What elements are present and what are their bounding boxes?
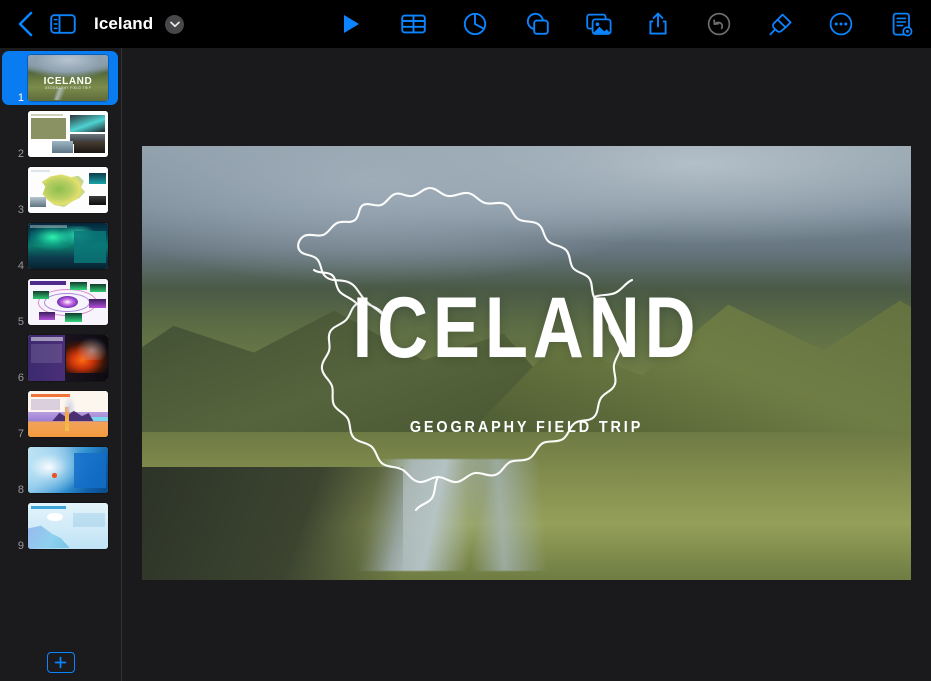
slide-number: 8 bbox=[17, 484, 24, 496]
thumb-subtitle: GEOGRAPHY FIELD TRIP bbox=[44, 86, 92, 91]
play-icon[interactable] bbox=[334, 7, 368, 41]
toolbar-center-group bbox=[334, 0, 616, 48]
toolbar-left-group: Iceland bbox=[0, 0, 185, 48]
document-options-icon[interactable] bbox=[885, 7, 919, 41]
slide-thumbnail-2[interactable]: 2 bbox=[0, 106, 121, 162]
slide-thumbnail-5[interactable]: 5 bbox=[0, 274, 121, 330]
toolbar-right-group bbox=[641, 0, 919, 48]
slide-preview bbox=[28, 335, 108, 381]
thumb-title: ICELAND bbox=[43, 75, 93, 87]
shape-icon[interactable] bbox=[520, 7, 554, 41]
media-icon[interactable] bbox=[582, 7, 616, 41]
slide-subtitle-text[interactable]: GEOGRAPHY FIELD TRIP bbox=[180, 419, 872, 437]
chart-icon[interactable] bbox=[458, 7, 492, 41]
share-icon[interactable] bbox=[641, 7, 675, 41]
slide-preview bbox=[28, 279, 108, 325]
slide-preview bbox=[28, 447, 108, 493]
format-brush-icon[interactable] bbox=[763, 7, 797, 41]
back-button[interactable] bbox=[8, 7, 42, 41]
slide-thumbnail-6[interactable]: 6 bbox=[0, 330, 121, 386]
slide-thumbnail-9[interactable]: 9 bbox=[0, 498, 121, 554]
slide-number: 7 bbox=[17, 428, 24, 440]
slide-thumbnail-7[interactable]: 7 bbox=[0, 386, 121, 442]
top-toolbar: Iceland bbox=[0, 0, 931, 48]
slide-number: 3 bbox=[17, 204, 24, 216]
slide-preview bbox=[28, 503, 108, 549]
slide-number: 2 bbox=[17, 148, 24, 160]
slide-preview bbox=[28, 391, 108, 437]
add-slide-container bbox=[0, 652, 121, 673]
slide-number: 5 bbox=[17, 316, 24, 328]
slide-canvas-area[interactable]: ICELAND GEOGRAPHY FIELD TRIP bbox=[123, 48, 931, 681]
slide-thumbnail-8[interactable]: 8 bbox=[0, 442, 121, 498]
slide-number: 4 bbox=[17, 260, 24, 272]
slide-list: 1 ICELAND GEOGRAPHY FIELD TRIP 2 3 4 5 6… bbox=[0, 48, 121, 554]
slide-thumbnail-4[interactable]: 4 bbox=[0, 218, 121, 274]
add-slide-button[interactable] bbox=[46, 652, 75, 673]
keynote-window: Iceland 1 ICELAND GEOGRAPHY FIELD TRIP 2… bbox=[0, 0, 931, 681]
slide-thumbnail-1[interactable]: 1 ICELAND GEOGRAPHY FIELD TRIP bbox=[0, 50, 121, 106]
table-icon[interactable] bbox=[396, 7, 430, 41]
sidebar-toggle-button[interactable] bbox=[46, 7, 80, 41]
slide-preview bbox=[28, 167, 108, 213]
document-title: Iceland bbox=[94, 14, 154, 33]
undo-icon[interactable] bbox=[702, 7, 736, 41]
slide-preview bbox=[28, 223, 108, 269]
slide-number: 9 bbox=[17, 540, 24, 552]
slide-title-text[interactable]: ICELAND bbox=[211, 285, 842, 371]
slide-thumbnail-3[interactable]: 3 bbox=[0, 162, 121, 218]
slide-number: 6 bbox=[17, 372, 24, 384]
slide-preview bbox=[28, 111, 108, 157]
more-icon[interactable] bbox=[824, 7, 858, 41]
slide-navigator-sidebar[interactable]: 1 ICELAND GEOGRAPHY FIELD TRIP 2 3 4 5 6… bbox=[0, 48, 122, 681]
slide-preview: ICELAND GEOGRAPHY FIELD TRIP bbox=[28, 55, 108, 101]
slide-number: 1 bbox=[17, 92, 24, 104]
current-slide[interactable]: ICELAND GEOGRAPHY FIELD TRIP bbox=[142, 146, 911, 580]
chevron-down-icon[interactable] bbox=[165, 14, 185, 34]
